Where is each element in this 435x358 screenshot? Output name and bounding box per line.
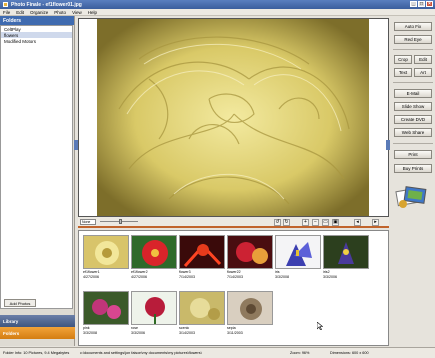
thumbnail-grid: ef1flower1 4/27/2006 ef1flower2 4/27/200… xyxy=(78,230,389,346)
thumbnail-item[interactable]: scenic 3/14/2003 xyxy=(179,291,225,335)
thumbnail-name: iris2 xyxy=(323,270,330,274)
create-dvd-button[interactable]: Create DVD xyxy=(394,115,432,124)
print-button[interactable]: Print xyxy=(394,150,432,159)
email-button[interactable]: E-Mail xyxy=(394,89,432,98)
zoom-readout: Zoom: 96% xyxy=(290,351,310,355)
menu-bar: File Edit Organize Photo View Help xyxy=(0,9,435,16)
thumbnail-date: 7/14/2003 xyxy=(179,275,195,279)
photo-stack-icon xyxy=(395,186,427,208)
thumbnail-name: sepia xyxy=(227,326,236,330)
maximize-button[interactable]: □ xyxy=(418,1,425,7)
tools-panel: Auto Fix Red Eye Crop Edit Text Art E-Ma… xyxy=(390,16,435,346)
thumbnail-date: 4/27/2006 xyxy=(131,275,147,279)
folders-sidebar: Folders CeltPlay flowers Modified Motors… xyxy=(0,16,75,346)
folders-tab[interactable]: Folders xyxy=(0,327,75,339)
thumbnail-item[interactable]: ef1flower2 4/27/2006 xyxy=(131,235,177,279)
zoom-out-icon[interactable]: − xyxy=(312,219,319,226)
status-bar: Folder Info: 10 Pictures, 9.4 Megabytes … xyxy=(0,347,435,358)
thumbnail-date: 7/14/2003 xyxy=(227,275,243,279)
folders-list: CeltPlay flowers Modified Motors xyxy=(0,25,73,309)
folder-path: c:\documents and settings\jon faison\my … xyxy=(80,351,202,355)
panel-collapse-handle[interactable] xyxy=(386,140,390,150)
divider xyxy=(393,49,433,50)
thumbnail-name: ef1flower2 xyxy=(131,270,148,274)
next-photo-icon[interactable]: ▸ xyxy=(372,219,379,226)
text-button[interactable]: Text xyxy=(394,68,412,77)
viewer-toolbar: None ↺ ↻ + − ▭ ▣ ◂ ▸ xyxy=(78,217,389,228)
menu-edit[interactable]: Edit xyxy=(16,10,24,15)
folders-header: Folders xyxy=(0,16,74,25)
thumbnail-item[interactable]: flower22 7/14/2003 xyxy=(227,235,273,279)
folder-info: Folder Info: 10 Pictures, 9.4 Megabytes xyxy=(3,351,70,355)
thumbnail-name: pink xyxy=(83,326,90,330)
edit-button[interactable]: Edit xyxy=(414,55,432,64)
window-title: Photo Finale - ef1flower01.jpg xyxy=(11,1,82,8)
thumbnail-date: 3/14/2003 xyxy=(179,331,195,335)
thumbnail-item[interactable]: flower3 7/14/2003 xyxy=(179,235,225,279)
mouse-cursor-icon xyxy=(317,322,323,330)
minimize-button[interactable]: _ xyxy=(410,1,417,7)
menu-file[interactable]: File xyxy=(3,10,10,15)
thumbnail-item[interactable]: sepia 3/11/2003 xyxy=(227,291,273,335)
actual-size-icon[interactable]: ▣ xyxy=(332,219,339,226)
rotate-left-icon[interactable]: ↺ xyxy=(274,219,281,226)
title-bar: Photo Finale - ef1flower01.jpg _ □ × xyxy=(0,0,435,9)
thumbnail-date: 3/3/2008 xyxy=(83,331,97,335)
thumbnail-item[interactable]: iris 3/3/2008 xyxy=(275,235,321,279)
thumbnail-date: 3/11/2003 xyxy=(227,331,243,335)
zoom-slider-thumb[interactable] xyxy=(119,219,122,224)
thumbnail-item[interactable]: pink 3/3/2008 xyxy=(83,291,129,335)
art-button[interactable]: Art xyxy=(414,68,432,77)
menu-view[interactable]: View xyxy=(72,10,82,15)
rotate-right-icon[interactable]: ↻ xyxy=(283,219,290,226)
thumbnail-name: rose xyxy=(131,326,138,330)
app-icon xyxy=(3,2,8,7)
thumbnail-item[interactable]: rose 3/3/2006 xyxy=(131,291,177,335)
divider xyxy=(393,143,433,144)
flower-photo xyxy=(79,19,388,216)
zoom-select[interactable]: None xyxy=(80,219,96,225)
thumbnail-name: ef1flower1 xyxy=(83,270,100,274)
fit-to-window-icon[interactable]: ▭ xyxy=(322,219,329,226)
dimensions-readout: Dimensions: 600 x 600 xyxy=(330,351,369,355)
thumbnail-date: 4/27/2006 xyxy=(83,275,99,279)
previous-photo-icon[interactable]: ◂ xyxy=(354,219,361,226)
thumbnail-date: 3/3/2006 xyxy=(323,275,337,279)
thumbnail-date: 3/3/2006 xyxy=(131,331,145,335)
close-button[interactable]: × xyxy=(426,1,433,7)
menu-organize[interactable]: Organize xyxy=(30,10,48,15)
thumbnail-item[interactable]: ef1flower1 4/27/2006 xyxy=(83,235,129,279)
slide-show-button[interactable]: Slide Show xyxy=(394,102,432,111)
divider xyxy=(393,82,433,83)
web-share-button[interactable]: Web Share xyxy=(394,128,432,137)
thumbnail-item[interactable]: iris2 3/3/2006 xyxy=(323,235,369,279)
red-eye-button[interactable]: Red Eye xyxy=(394,35,432,44)
photo-viewer[interactable] xyxy=(78,18,389,217)
menu-help[interactable]: Help xyxy=(88,10,97,15)
thumbnail-name: flower22 xyxy=(227,270,241,274)
crop-button[interactable]: Crop xyxy=(394,55,412,64)
auto-fix-button[interactable]: Auto Fix xyxy=(394,22,432,31)
library-tab[interactable]: Library xyxy=(0,315,75,327)
zoom-in-icon[interactable]: + xyxy=(302,219,309,226)
thumbnail-name: scenic xyxy=(179,326,190,330)
folder-item-modified-motors[interactable]: Modified Motors xyxy=(1,38,72,44)
menu-photo[interactable]: Photo xyxy=(54,10,66,15)
add-photos-button[interactable]: Add Photos xyxy=(4,299,36,307)
thumbnail-name: flower3 xyxy=(179,270,191,274)
thumbnail-date: 3/3/2008 xyxy=(275,275,289,279)
buy-prints-button[interactable]: Buy Prints xyxy=(394,164,432,173)
thumbnail-name: iris xyxy=(275,270,280,274)
